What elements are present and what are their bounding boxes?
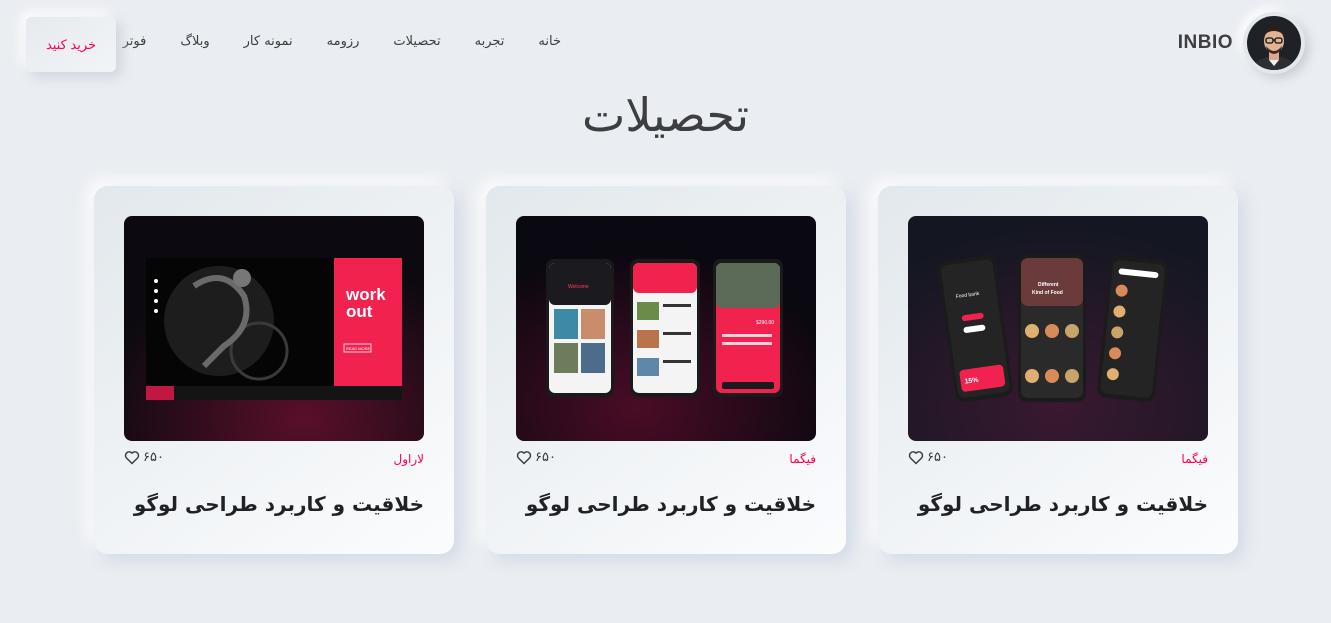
- portfolio-card[interactable]: Food bank 15% Different Kind of Food فیگ…: [878, 186, 1238, 554]
- brand-name: INBIO: [1177, 32, 1233, 53]
- card-title[interactable]: خلاقیت و کاربرد طراحی لوگو: [918, 492, 1208, 516]
- brand[interactable]: INBIO: [1178, 12, 1305, 74]
- card-title[interactable]: خلاقیت و کاربرد طراحی لوگو: [134, 492, 424, 516]
- card-thumbnail[interactable]: Food bank 15% Different Kind of Food: [908, 216, 1208, 441]
- food-app-mockup-image: Food bank 15% Different Kind of Food: [908, 216, 1208, 441]
- card-thumbnail[interactable]: work out READ MORE: [124, 216, 424, 441]
- nav-item-home[interactable]: خانه: [538, 34, 561, 49]
- avatar: [1243, 12, 1305, 74]
- workout-mockup-image: work out READ MORE: [124, 216, 424, 441]
- card-category[interactable]: فیگما: [1181, 452, 1208, 466]
- nav-item-blog[interactable]: وبلاگ: [180, 34, 209, 49]
- portfolio-cards: work out READ MORE لاراول ۶۵۰ خلاقیت و ک…: [94, 186, 1238, 554]
- food-different-text: Different: [1038, 282, 1059, 288]
- travel-mockup-image: Welcome $290.00: [516, 216, 816, 441]
- like-button[interactable]: ۶۵۰: [908, 450, 948, 465]
- card-category[interactable]: فیگما: [789, 452, 816, 466]
- food-kind-text: Kind of Food: [1032, 290, 1063, 296]
- nav-item-portfolio[interactable]: نمونه کار: [244, 34, 293, 49]
- card-title[interactable]: خلاقیت و کاربرد طراحی لوگو: [526, 492, 816, 516]
- travel-welcome-text: Welcome: [568, 284, 589, 290]
- card-thumbnail[interactable]: Welcome $290.00: [516, 216, 816, 441]
- nav-item-resume[interactable]: رزومه: [327, 34, 360, 49]
- card-category[interactable]: لاراول: [394, 452, 425, 466]
- like-count: ۶۵۰: [535, 450, 556, 465]
- workout-word-out: out: [346, 302, 373, 321]
- portfolio-card[interactable]: Welcome $290.00 فیگما ۶۵۰ خلاقیت و کاربر…: [486, 186, 846, 554]
- travel-price-text: $290.00: [756, 320, 774, 326]
- buy-button[interactable]: خرید کنید: [26, 17, 116, 72]
- nav-item-education[interactable]: تحصیلات: [393, 34, 440, 49]
- main-nav: خانه تجربه تحصیلات رزومه نمونه کار وبلاگ…: [123, 34, 561, 49]
- like-button[interactable]: ۶۵۰: [124, 450, 164, 465]
- section-title: تحصیلات: [581, 88, 750, 142]
- nav-item-footer[interactable]: فوتر: [123, 34, 147, 49]
- portfolio-card[interactable]: work out READ MORE لاراول ۶۵۰ خلاقیت و ک…: [94, 186, 454, 554]
- card-meta: فیگما ۶۵۰: [908, 450, 1208, 470]
- heart-icon: [124, 451, 140, 465]
- nav-item-experience[interactable]: تجربه: [475, 34, 505, 49]
- header: INBIO خانه تجربه تحصیلات رزومه نمونه کار…: [0, 0, 1331, 88]
- like-count: ۶۵۰: [927, 450, 948, 465]
- heart-icon: [516, 451, 532, 465]
- heart-icon: [908, 451, 924, 465]
- card-meta: فیگما ۶۵۰: [516, 450, 816, 470]
- like-button[interactable]: ۶۵۰: [516, 450, 556, 465]
- workout-read-more: READ MORE: [346, 346, 371, 351]
- card-meta: لاراول ۶۵۰: [124, 450, 424, 470]
- like-count: ۶۵۰: [143, 450, 164, 465]
- avatar-portrait-icon: [1247, 16, 1301, 70]
